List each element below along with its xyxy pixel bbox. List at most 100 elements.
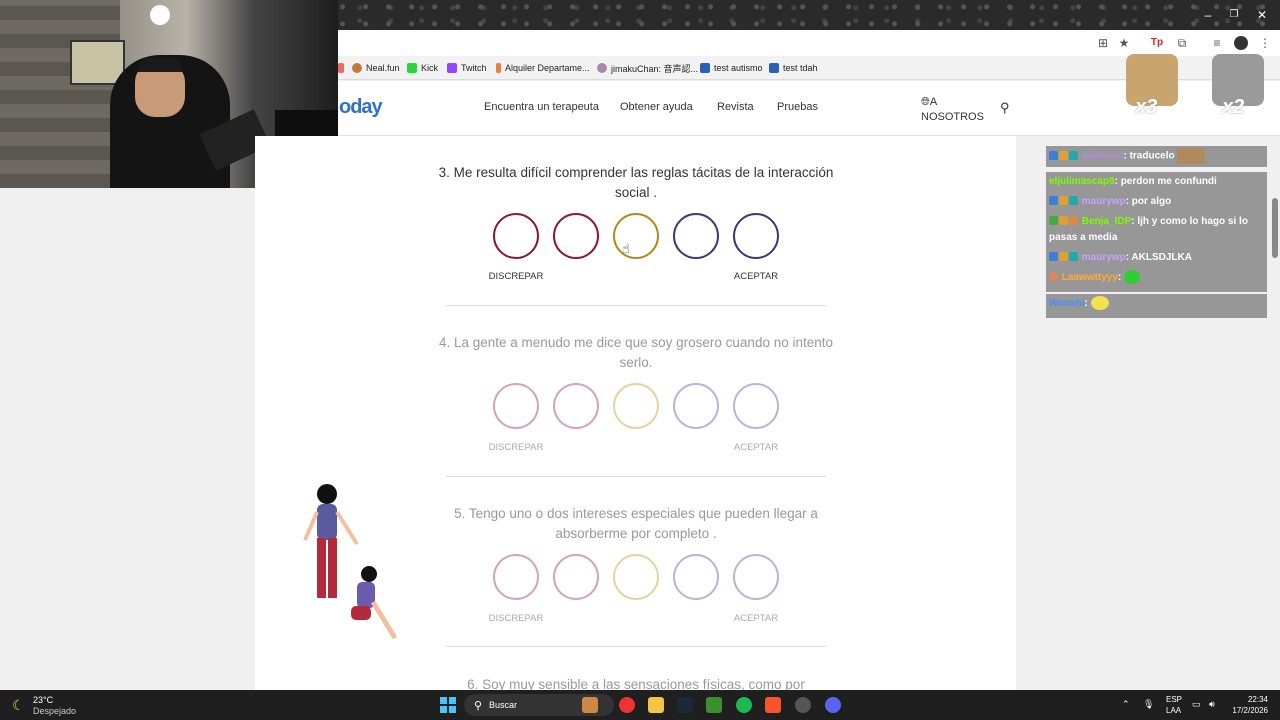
q4-option-5[interactable] bbox=[733, 383, 779, 429]
bookmark-star-icon[interactable]: ★ bbox=[1117, 36, 1131, 50]
badge-icon bbox=[1049, 150, 1058, 160]
nav-about-us[interactable]: 🌐︎A NOSOTROS bbox=[921, 95, 984, 125]
start-windows-icon[interactable] bbox=[440, 697, 456, 713]
tray-overflow-icon[interactable]: ⌃ bbox=[1122, 699, 1130, 710]
site-logo[interactable]: oday bbox=[339, 96, 383, 119]
bookmark-alquiler[interactable]: Alquiler Departame... bbox=[496, 61, 590, 75]
chat-message: ashtread: traducelo bbox=[1046, 146, 1267, 167]
pt-icon bbox=[769, 63, 779, 73]
badge-icon bbox=[1059, 196, 1068, 205]
file-explorer-icon[interactable] bbox=[648, 697, 664, 713]
extensions-icon[interactable]: ⧉ bbox=[1175, 36, 1189, 50]
clock-time[interactable]: 22:34 bbox=[1230, 695, 1268, 704]
browser-toolbar bbox=[338, 30, 1280, 56]
q4-option-2[interactable] bbox=[553, 383, 599, 429]
question-5-text: 5. Tengo uno o dos intereses especiales … bbox=[454, 506, 818, 541]
page-scrollbar[interactable] bbox=[1272, 198, 1278, 258]
q3-option-1[interactable] bbox=[493, 213, 539, 259]
nav-tests[interactable]: Pruebas bbox=[777, 101, 818, 113]
chat-text: : bbox=[1117, 272, 1122, 283]
chat-text: : bbox=[1084, 298, 1088, 309]
q5-option-2[interactable] bbox=[553, 554, 599, 600]
chat-username[interactable]: eljulimascap8 bbox=[1049, 176, 1115, 187]
chat-message: eljulimascap8: perdon me confundi bbox=[1046, 172, 1267, 192]
q4-option-1[interactable] bbox=[493, 383, 539, 429]
nav-get-help[interactable]: Obtener ayuda bbox=[620, 101, 693, 113]
close-icon[interactable]: ✕ bbox=[1252, 6, 1272, 24]
q3-option-2[interactable] bbox=[553, 213, 599, 259]
chat-username[interactable]: Benja_IDP bbox=[1082, 216, 1131, 227]
minecraft-icon[interactable] bbox=[706, 697, 722, 713]
q3-option-5[interactable] bbox=[733, 213, 779, 259]
bookmark-twitch[interactable]: Twitch bbox=[447, 61, 487, 75]
bookmark-kick[interactable]: Kick bbox=[407, 61, 438, 75]
clock-date[interactable]: 17/2/2026 bbox=[1226, 706, 1268, 715]
browser-titlebar bbox=[338, 0, 1280, 30]
chat-username[interactable]: Laawwttyyy bbox=[1062, 272, 1118, 283]
chat-message: maurywp: por algo bbox=[1046, 192, 1267, 212]
mouse-cursor-icon: ☝︎ bbox=[622, 241, 630, 256]
ceiling-light bbox=[150, 5, 170, 25]
steam-icon[interactable] bbox=[677, 697, 693, 713]
q5-option-3[interactable] bbox=[613, 554, 659, 600]
menu-icon[interactable]: ⋮ bbox=[1258, 36, 1272, 50]
brave-icon[interactable] bbox=[765, 697, 781, 713]
divider bbox=[446, 476, 826, 477]
translate-icon[interactable]: ⊞ bbox=[1096, 36, 1110, 50]
extension-tp-icon[interactable]: Tp bbox=[1150, 36, 1164, 50]
chat-username[interactable]: Weoshi bbox=[1049, 298, 1084, 309]
discord-icon[interactable] bbox=[825, 697, 841, 713]
q3-option-4[interactable] bbox=[673, 213, 719, 259]
spotify-icon[interactable] bbox=[736, 697, 752, 713]
badge-icon bbox=[1049, 196, 1058, 205]
nealfun-icon bbox=[352, 63, 362, 73]
badge-icon bbox=[1069, 216, 1078, 225]
chat-username[interactable]: ashtread bbox=[1082, 151, 1124, 162]
profile-avatar[interactable] bbox=[1234, 36, 1248, 50]
obs-icon[interactable] bbox=[795, 697, 811, 713]
weather-text[interactable]: Despejado bbox=[33, 706, 76, 716]
bookmark-jimakuchan[interactable]: jimakuChan: 音声認... bbox=[597, 61, 698, 75]
microphone-icon[interactable]: 🎙︎ bbox=[1143, 699, 1154, 710]
emote-count-right: x2 bbox=[1222, 96, 1245, 118]
streamer-hair bbox=[138, 58, 182, 72]
q3-option-3[interactable] bbox=[613, 213, 659, 259]
brick-wall bbox=[0, 0, 120, 188]
moon-weather-icon[interactable]: ☾ bbox=[12, 697, 25, 714]
q4-option-3[interactable] bbox=[613, 383, 659, 429]
taskbar bbox=[0, 690, 1280, 720]
alquiler-icon bbox=[496, 63, 501, 73]
volume-icon[interactable]: 🔊︎ bbox=[1209, 699, 1215, 710]
weather-temp[interactable]: 23°C bbox=[33, 695, 53, 705]
bookmark-nealfun[interactable]: Neal.fun bbox=[352, 61, 400, 75]
q5-disagree-label: DISCREPAR bbox=[488, 613, 544, 624]
chat-username[interactable]: maurywp bbox=[1082, 196, 1126, 207]
nav-find-therapist[interactable]: Encuentra un terapeuta bbox=[484, 101, 599, 113]
chat-text: : perdon me confundi bbox=[1114, 176, 1217, 187]
q5-option-1[interactable] bbox=[493, 554, 539, 600]
q4-option-4[interactable] bbox=[673, 383, 719, 429]
badge-icon bbox=[1069, 252, 1078, 261]
badge-icon bbox=[1059, 150, 1068, 160]
chat-username[interactable]: maurywp bbox=[1082, 252, 1126, 263]
minimize-icon[interactable]: – bbox=[1198, 6, 1218, 24]
nav-magazine[interactable]: Revista bbox=[717, 101, 754, 113]
q5-option-4[interactable] bbox=[673, 554, 719, 600]
chat-text: : traducelo bbox=[1123, 150, 1175, 162]
cat-emote-icon bbox=[1177, 148, 1206, 164]
bookmark-test-autismo[interactable]: test autismo bbox=[700, 61, 763, 75]
globe-icon: 🌐︎ bbox=[921, 96, 930, 108]
bookmark-test-tdah[interactable]: test tdah bbox=[769, 61, 818, 75]
search-highlight-icon bbox=[582, 697, 598, 713]
language-layout[interactable]: LAA bbox=[1166, 706, 1181, 715]
bookmark-overflow[interactable] bbox=[338, 61, 344, 75]
twitch-icon bbox=[447, 63, 457, 73]
badge-icon bbox=[1059, 216, 1068, 225]
search-icon[interactable]: ⚲ bbox=[1000, 100, 1010, 116]
q5-option-5[interactable] bbox=[733, 554, 779, 600]
maximize-icon[interactable]: ❐ bbox=[1224, 6, 1244, 24]
network-icon[interactable]: ▭ bbox=[1192, 699, 1201, 710]
chrome-icon[interactable] bbox=[619, 697, 635, 713]
media-icon[interactable]: ≡ bbox=[1210, 36, 1224, 50]
language-code[interactable]: ESP bbox=[1166, 695, 1182, 704]
